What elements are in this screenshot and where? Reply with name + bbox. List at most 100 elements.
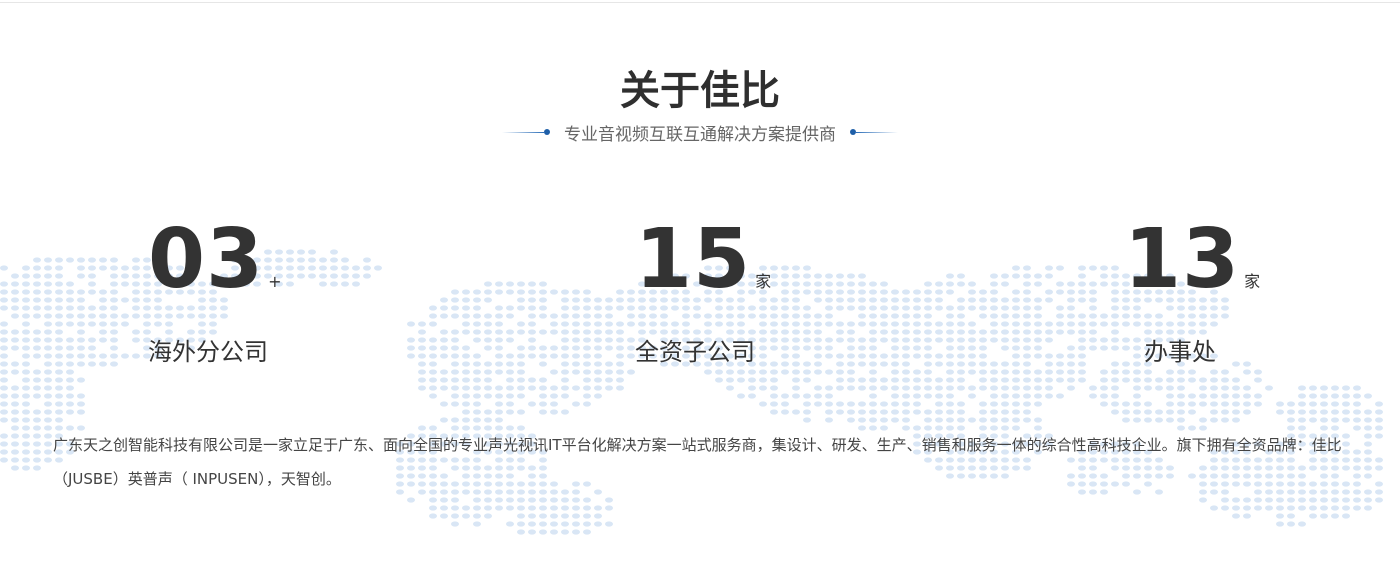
map-dot bbox=[440, 313, 448, 319]
map-dot bbox=[825, 369, 833, 375]
map-dot bbox=[1001, 377, 1009, 383]
map-dot bbox=[1133, 409, 1141, 415]
map-dot bbox=[44, 441, 52, 447]
map-dot bbox=[1045, 353, 1053, 359]
map-dot bbox=[1155, 313, 1163, 319]
map-dot bbox=[55, 305, 63, 311]
map-dot bbox=[429, 313, 437, 319]
map-dot bbox=[1034, 377, 1042, 383]
map-dot bbox=[748, 377, 756, 383]
map-dot bbox=[528, 505, 536, 511]
map-dot bbox=[132, 313, 140, 319]
map-dot bbox=[1188, 401, 1196, 407]
map-dot bbox=[11, 441, 19, 447]
map-dot bbox=[473, 337, 481, 343]
map-dot bbox=[1210, 401, 1218, 407]
map-dot bbox=[11, 361, 19, 367]
map-dot bbox=[913, 377, 921, 383]
map-dot bbox=[1122, 321, 1130, 327]
map-dot bbox=[11, 425, 19, 431]
map-dot bbox=[979, 337, 987, 343]
map-dot bbox=[627, 345, 635, 351]
map-dot bbox=[132, 273, 140, 279]
map-dot bbox=[1056, 281, 1064, 287]
map-dot bbox=[1133, 377, 1141, 383]
map-dot bbox=[770, 369, 778, 375]
map-dot bbox=[1298, 393, 1306, 399]
map-dot bbox=[132, 281, 140, 287]
map-dot bbox=[1144, 377, 1152, 383]
map-dot bbox=[605, 313, 613, 319]
map-dot bbox=[33, 329, 41, 335]
stat-label: 全资子公司 bbox=[635, 338, 755, 366]
map-dot bbox=[1067, 329, 1075, 335]
map-dot bbox=[418, 345, 426, 351]
map-dot bbox=[506, 409, 514, 415]
map-dot bbox=[1001, 281, 1009, 287]
map-dot bbox=[1166, 393, 1174, 399]
map-dot bbox=[1034, 345, 1042, 351]
map-dot bbox=[990, 337, 998, 343]
map-dot bbox=[781, 313, 789, 319]
map-dot bbox=[33, 409, 41, 415]
section-subtitle-row: 专业音视频互联互通解决方案提供商 bbox=[0, 119, 1400, 145]
map-dot bbox=[1298, 521, 1306, 527]
map-dot bbox=[1100, 345, 1108, 351]
map-dot bbox=[891, 417, 899, 423]
map-dot bbox=[550, 289, 558, 295]
map-dot bbox=[1364, 505, 1372, 511]
map-dot bbox=[33, 369, 41, 375]
map-dot bbox=[1232, 393, 1240, 399]
map-dot bbox=[583, 393, 591, 399]
map-dot bbox=[539, 361, 547, 367]
map-dot bbox=[1188, 409, 1196, 415]
map-dot bbox=[473, 497, 481, 503]
map-dot bbox=[517, 305, 525, 311]
map-dot bbox=[1045, 369, 1053, 375]
map-dot bbox=[484, 345, 492, 351]
map-dot bbox=[462, 377, 470, 383]
map-dot bbox=[1078, 345, 1086, 351]
map-dot bbox=[869, 385, 877, 391]
map-dot bbox=[913, 369, 921, 375]
map-dot bbox=[1023, 361, 1031, 367]
map-dot bbox=[1078, 337, 1086, 343]
map-dot bbox=[451, 369, 459, 375]
map-dot bbox=[506, 353, 514, 359]
map-dot bbox=[935, 353, 943, 359]
map-dot bbox=[1331, 385, 1339, 391]
map-dot bbox=[990, 409, 998, 415]
map-dot bbox=[836, 409, 844, 415]
map-dot bbox=[429, 337, 437, 343]
stat-suffix: 家 bbox=[1244, 272, 1261, 291]
map-dot bbox=[935, 289, 943, 295]
map-dot bbox=[528, 377, 536, 383]
map-dot bbox=[429, 345, 437, 351]
map-dot bbox=[572, 297, 580, 303]
map-dot bbox=[1001, 313, 1009, 319]
map-dot bbox=[22, 345, 30, 351]
map-dot bbox=[418, 329, 426, 335]
map-dot bbox=[847, 401, 855, 407]
map-dot bbox=[539, 505, 547, 511]
map-dot bbox=[1078, 369, 1086, 375]
map-dot bbox=[891, 313, 899, 319]
map-dot bbox=[814, 369, 822, 375]
map-dot bbox=[0, 433, 8, 439]
map-dot bbox=[1001, 345, 1009, 351]
map-dot bbox=[891, 361, 899, 367]
map-dot bbox=[1089, 265, 1097, 271]
map-dot bbox=[451, 513, 459, 519]
map-dot bbox=[462, 345, 470, 351]
map-dot bbox=[88, 353, 96, 359]
map-dot bbox=[946, 369, 954, 375]
map-dot bbox=[1012, 297, 1020, 303]
map-dot bbox=[1045, 385, 1053, 391]
map-dot bbox=[836, 305, 844, 311]
map-dot bbox=[495, 401, 503, 407]
map-dot bbox=[539, 409, 547, 415]
map-dot bbox=[561, 529, 569, 535]
map-dot bbox=[1166, 409, 1174, 415]
map-dot bbox=[1111, 393, 1119, 399]
map-dot bbox=[1111, 265, 1119, 271]
